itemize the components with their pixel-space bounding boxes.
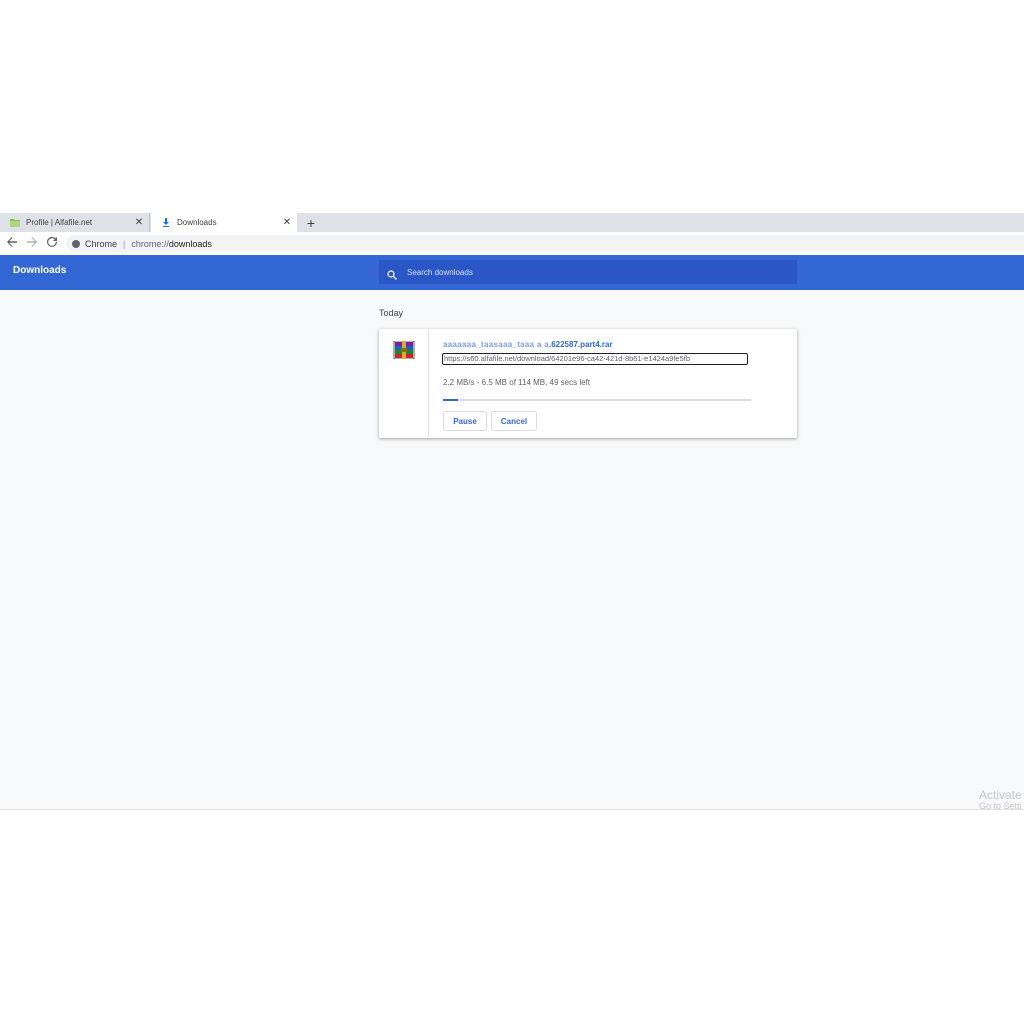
download-item: aaaaaaa_taasaaa_taaa a a.622587.part4.ra… (379, 329, 797, 438)
close-icon[interactable]: ✕ (281, 217, 293, 229)
folder-icon (10, 218, 20, 228)
search-icon (387, 267, 397, 280)
file-icon-column (379, 329, 429, 438)
page-title: Downloads (13, 265, 67, 276)
browser-window: Profile | Alfafile.net ✕ Downloads ✕ + C… (0, 213, 1024, 810)
watermark-line2: Go to Setti (979, 801, 1022, 810)
back-arrow-icon[interactable] (5, 236, 19, 250)
windows-activation-watermark: Activate Go to Setti (979, 788, 1022, 810)
site-chip: Chrome (85, 238, 118, 249)
tab-downloads[interactable]: Downloads ✕ (151, 213, 297, 232)
reload-icon[interactable] (45, 236, 59, 250)
url-path: downloads (168, 238, 212, 249)
file-name-visible: .622587.part4.rar (548, 340, 613, 349)
tab-title: Profile | Alfafile.net (26, 218, 93, 227)
close-icon[interactable]: ✕ (133, 217, 145, 229)
download-status: 2.2 MB/s - 6.5 MB of 114 MB, 49 secs lef… (443, 378, 591, 387)
new-tab-button[interactable]: + (303, 215, 319, 231)
tab-profile[interactable]: Profile | Alfafile.net ✕ (0, 213, 150, 232)
pause-button[interactable]: Pause (443, 411, 487, 431)
address-bar[interactable]: Chrome | chrome:// downloads (66, 235, 1024, 252)
tab-strip: Profile | Alfafile.net ✕ Downloads ✕ + (0, 213, 1024, 232)
search-box[interactable] (379, 260, 797, 284)
cancel-button[interactable]: Cancel (491, 411, 537, 431)
search-input[interactable] (407, 267, 797, 277)
date-section-label: Today (379, 308, 404, 318)
downloads-header: Downloads (0, 255, 1024, 290)
url-scheme: chrome:// (131, 238, 169, 249)
winrar-archive-icon (393, 341, 415, 359)
tab-title: Downloads (177, 218, 217, 227)
file-name-obscured: aaaaaaa_taasaaa_taaa a a (443, 340, 549, 349)
omnibox-separator: | (123, 238, 126, 249)
download-icon (161, 218, 171, 228)
file-name-link[interactable]: aaaaaaa_taasaaa_taaa a a.622587.part4.ra… (443, 340, 613, 349)
file-source-url[interactable]: https://s60.alfafile.net/download/64201e… (442, 353, 748, 365)
chrome-icon (72, 239, 80, 248)
progress-bar (443, 399, 751, 401)
forward-arrow-icon[interactable] (25, 236, 39, 250)
browser-toolbar: Chrome | chrome:// downloads (0, 232, 1024, 256)
progress-bar-fill (443, 399, 459, 401)
watermark-line1: Activate (979, 788, 1022, 802)
